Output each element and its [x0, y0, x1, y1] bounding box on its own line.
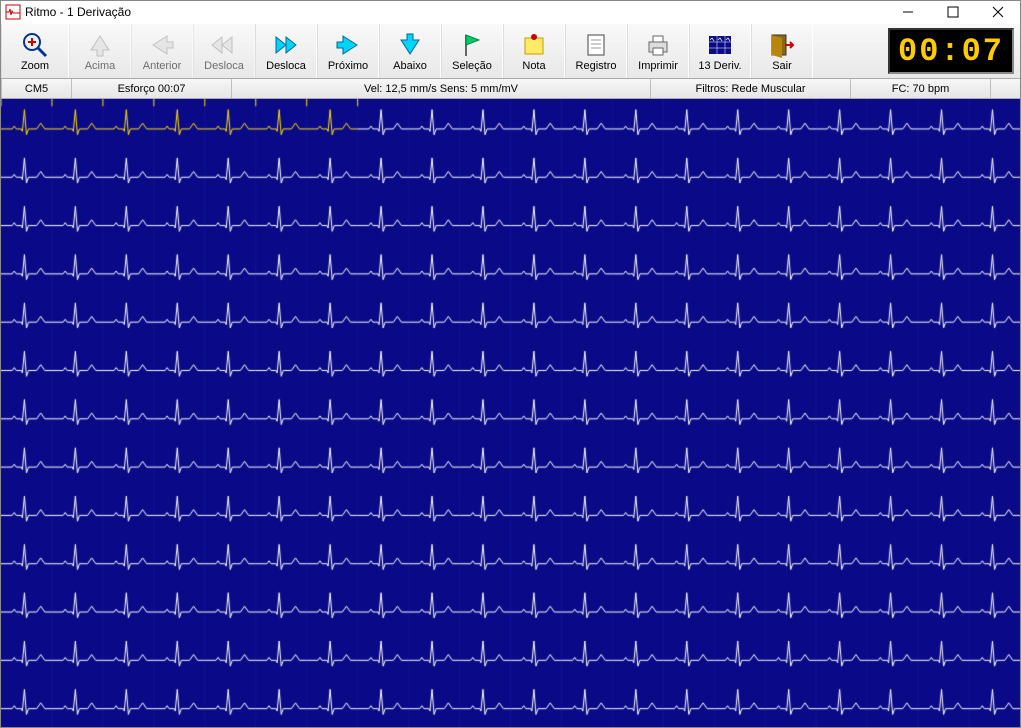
selecao-label: Seleção — [452, 61, 492, 72]
maximize-button[interactable] — [930, 1, 975, 23]
printer-icon — [645, 31, 671, 59]
deriv13-button[interactable]: 13 Deriv. — [689, 24, 751, 78]
close-button[interactable] — [975, 1, 1020, 23]
acima-button[interactable]: Acima — [69, 24, 131, 78]
zoom-button[interactable]: Zoom — [1, 24, 69, 78]
ecg-viewport[interactable] — [1, 99, 1020, 727]
titlebar: Ritmo - 1 Derivação — [1, 1, 1020, 23]
status-lead: CM5 — [1, 79, 71, 98]
imprimir-button[interactable]: Imprimir — [627, 24, 689, 78]
desloca-right-button[interactable]: Desloca — [255, 24, 317, 78]
abaixo-label: Abaixo — [393, 61, 427, 72]
desloca-left-button[interactable]: Desloca — [193, 24, 255, 78]
status-end — [990, 79, 1020, 98]
sair-label: Sair — [772, 61, 792, 72]
abaixo-button[interactable]: Abaixo — [379, 24, 441, 78]
arrow-up-icon — [87, 31, 113, 59]
window-title: Ritmo - 1 Derivação — [25, 5, 885, 19]
double-arrow-right-icon — [272, 31, 300, 59]
status-fc: FC: 70 bpm — [850, 79, 990, 98]
ecg-canvas — [1, 99, 1020, 727]
anterior-label: Anterior — [143, 61, 182, 72]
arrow-down-icon — [397, 31, 423, 59]
app-icon — [5, 4, 21, 20]
status-esforco: Esforço 00:07 — [71, 79, 231, 98]
desloca-right-label: Desloca — [266, 61, 306, 72]
app-window: Ritmo - 1 Derivação Zoom Acima Anterior … — [0, 0, 1021, 728]
proximo-button[interactable]: Próximo — [317, 24, 379, 78]
selecao-button[interactable]: Seleção — [441, 24, 503, 78]
nota-button[interactable]: Nota — [503, 24, 565, 78]
arrow-right-icon — [335, 31, 361, 59]
imprimir-label: Imprimir — [638, 61, 678, 72]
minimize-button[interactable] — [885, 1, 930, 23]
nota-label: Nota — [522, 61, 545, 72]
desloca-left-label: Desloca — [204, 61, 244, 72]
document-icon — [583, 31, 609, 59]
timer-display: 00:07 — [888, 28, 1014, 74]
note-icon — [521, 31, 547, 59]
arrow-left-icon — [149, 31, 175, 59]
statusbar: CM5 Esforço 00:07 Vel: 12,5 mm/s Sens: 5… — [1, 79, 1020, 99]
window-controls — [885, 1, 1020, 23]
deriv13-label: 13 Deriv. — [698, 61, 741, 72]
acima-label: Acima — [85, 61, 116, 72]
toolbar: Zoom Acima Anterior Desloca Desloca Próx… — [1, 23, 1020, 79]
zoom-label: Zoom — [21, 61, 49, 72]
exit-icon — [769, 31, 795, 59]
status-vel: Vel: 12,5 mm/s Sens: 5 mm/mV — [231, 79, 650, 98]
grid-icon — [707, 31, 733, 59]
proximo-label: Próximo — [328, 61, 368, 72]
double-arrow-left-icon — [210, 31, 238, 59]
zoom-icon — [22, 31, 48, 59]
timer-value: 00:07 — [898, 33, 1004, 70]
sair-button[interactable]: Sair — [751, 24, 813, 78]
registro-label: Registro — [576, 61, 617, 72]
flag-icon — [459, 31, 485, 59]
registro-button[interactable]: Registro — [565, 24, 627, 78]
status-filtros: Filtros: Rede Muscular — [650, 79, 850, 98]
anterior-button[interactable]: Anterior — [131, 24, 193, 78]
